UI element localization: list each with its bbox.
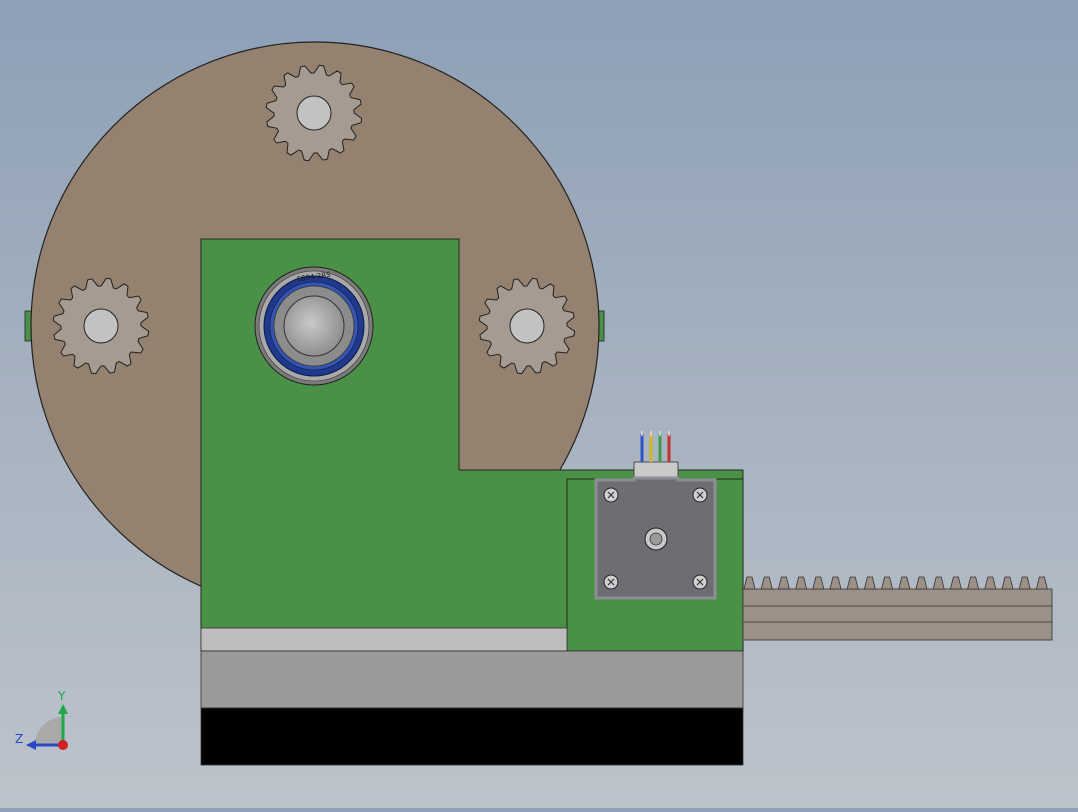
rack-tooth xyxy=(898,576,911,590)
coordinate-triad: Y Z xyxy=(15,689,68,750)
rack-tooth xyxy=(984,576,997,590)
bearing[interactable]: 6804-2RS xyxy=(254,266,374,386)
rack-tooth xyxy=(795,576,808,590)
stepper-motor[interactable] xyxy=(594,431,717,600)
rack-tooth xyxy=(967,576,980,590)
rack-tooth xyxy=(1018,576,1031,590)
x-axis-point xyxy=(58,740,68,750)
rack-tooth xyxy=(881,576,894,590)
base-block[interactable] xyxy=(200,650,744,709)
cad-viewport[interactable]: 6804-2RS Y Z xyxy=(0,0,1078,808)
rack-tooth xyxy=(760,576,773,590)
rack-tooth xyxy=(846,576,859,590)
rack-tooth xyxy=(812,576,825,590)
gear-rack[interactable] xyxy=(742,576,1053,641)
rack-tooth xyxy=(743,576,756,590)
rack-tooth xyxy=(1001,576,1014,590)
rack-teeth xyxy=(743,576,1048,590)
y-axis-label: Y xyxy=(57,689,66,703)
right-gear-hub xyxy=(509,308,545,344)
rack-tooth xyxy=(949,576,962,590)
rack-tooth xyxy=(777,576,790,590)
rack-tooth xyxy=(863,576,876,590)
rack-tooth xyxy=(915,576,928,590)
top-gear-hub xyxy=(296,95,332,131)
base-bottom xyxy=(200,707,744,766)
rail-strip xyxy=(200,627,568,652)
motor-wires xyxy=(640,431,671,462)
model-canvas[interactable]: 6804-2RS Y Z xyxy=(0,0,1078,808)
rack-tooth xyxy=(829,576,842,590)
left-gear-hub xyxy=(83,308,119,344)
z-axis-label: Z xyxy=(15,732,23,746)
rack-tooth xyxy=(932,576,945,590)
rack-tooth xyxy=(1035,576,1048,590)
